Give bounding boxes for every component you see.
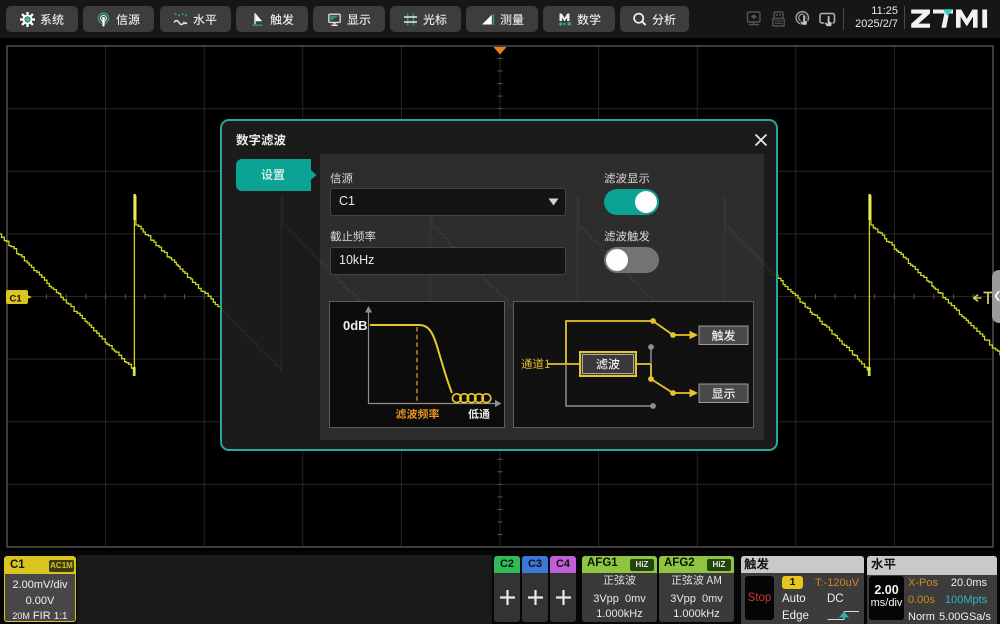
svg-text:C1: C1 (10, 294, 23, 305)
svg-text:0dB: 0dB (343, 318, 368, 333)
